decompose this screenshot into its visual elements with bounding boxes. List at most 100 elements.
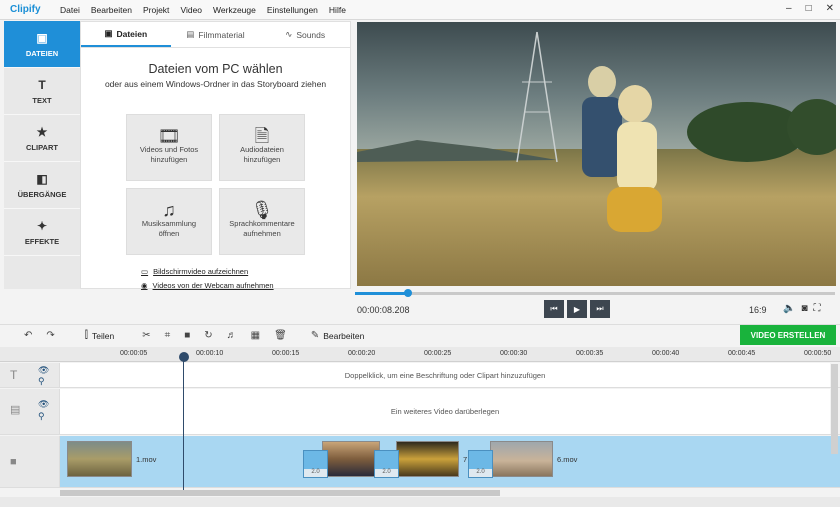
ruler-tick: 00:00:10 (196, 350, 224, 357)
timeline-vertical-scrollbar[interactable] (831, 364, 838, 454)
title-bar: Clipify Datei Bearbeiten Projekt Video W… (0, 0, 840, 20)
record-voiceover-button[interactable]: 🎙 Sprachkommentare aufnehmen (219, 188, 305, 255)
video-clip-thumbnail[interactable] (67, 441, 132, 477)
film-icon: ▤ (186, 29, 195, 39)
previous-button[interactable]: ⏮ (544, 300, 564, 318)
transition-thumbnail[interactable]: 2.0 (303, 450, 328, 478)
crop-icon[interactable]: ⌗ (165, 330, 171, 341)
app-logo: Clipify (10, 4, 41, 15)
transition-thumbnail[interactable]: 2.0 (468, 450, 493, 478)
undo-icon[interactable]: ↶ (24, 330, 32, 341)
panel-heading: Dateien vom PC wählen (148, 62, 283, 76)
timeline-horizontal-scrollbar[interactable] (60, 490, 500, 496)
menu-item-datei[interactable]: Datei (60, 5, 80, 15)
split-icon[interactable]: ⫿ (85, 330, 88, 341)
aspect-ratio-selector[interactable]: 16:9 (749, 305, 767, 315)
clip-name: 7 (463, 455, 468, 464)
sidebar-item-label: CLIPART (26, 142, 58, 152)
ruler-tick: 00:00:20 (348, 350, 376, 357)
status-bar (0, 497, 840, 507)
link-icon[interactable]: ⚲ (38, 411, 45, 422)
tab-filmmaterial[interactable]: ▤ Filmmaterial (171, 22, 261, 47)
text-track-area[interactable]: Doppelklick, um eine Beschriftung oder C… (60, 363, 830, 387)
menu-item-video[interactable]: Video (180, 5, 202, 15)
overlay-track-area[interactable]: Ein weiteres Video darüberlegen (60, 389, 830, 434)
sidebar-item-label: DATEIEN (25, 48, 59, 58)
minimize-button[interactable]: – (786, 3, 792, 14)
sidebar-item-label: TEXT (32, 95, 52, 105)
timeline-ruler[interactable]: 00:00:05 00:00:10 00:00:15 00:00:20 00:0… (0, 347, 840, 362)
playhead-handle[interactable] (179, 352, 189, 362)
playback-progress-bar[interactable] (355, 289, 835, 297)
link-label: Videos von der Webcam aufnehmen (152, 281, 274, 290)
ruler-tick: 00:00:40 (652, 350, 680, 357)
edit-icon[interactable]: ✎ (311, 330, 319, 341)
add-media-icon[interactable]: ▦ (251, 330, 260, 341)
ruler-tick: 00:00:35 (576, 350, 604, 357)
eye-icon[interactable]: 👁 (38, 399, 49, 410)
video-clip-thumbnail[interactable] (396, 441, 459, 477)
microphone-icon: 🎙 (250, 199, 274, 220)
sidebar: ▣ DATEIEN T TEXT ★ CLIPART ◧ ÜBERGÄNGE ✦… (4, 21, 80, 289)
webcam-record-link[interactable]: ◉ Videos von der Webcam aufnehmen (141, 281, 274, 290)
open-music-collection-button[interactable]: ♫ Musiksammlung öffnen (126, 188, 212, 255)
menu-item-hilfe[interactable]: Hilfe (329, 5, 346, 15)
text-track: T 👁 ⚲ Doppelklick, um eine Beschriftung … (0, 363, 840, 388)
video-clip-thumbnail[interactable] (322, 441, 380, 477)
maximize-button[interactable]: □ (806, 3, 812, 14)
tab-dateien[interactable]: ▣ Dateien (81, 22, 171, 47)
link-label: Bildschirmvideo aufzeichnen (153, 267, 249, 276)
tab-sounds[interactable]: ∿ Sounds (260, 22, 350, 47)
button-label-line2: aufnehmen (243, 228, 281, 238)
split-button[interactable]: Teilen (92, 331, 114, 341)
clip-name: 6.mov (557, 455, 578, 464)
film-icon: ▤ (10, 404, 21, 416)
delete-icon[interactable]: 🗑 (274, 330, 287, 341)
rotate-icon[interactable]: ↻ (204, 330, 212, 341)
button-label-line2: öffnen (158, 228, 180, 238)
playhead-line[interactable] (183, 353, 184, 493)
play-icon: ▶ (573, 304, 581, 314)
camera-icon[interactable]: ◙ (801, 303, 807, 314)
panel-subheading: oder aus einem Windows-Ordner in das Sto… (104, 79, 327, 89)
track-header: T 👁 ⚲ (0, 363, 60, 387)
menu-item-einstellungen[interactable]: Einstellungen (267, 5, 318, 15)
redo-icon[interactable]: ↷ (46, 330, 54, 341)
button-label-line1: Musiksammlung (141, 218, 197, 228)
track-header: ■ (0, 436, 60, 487)
scrubber-handle[interactable] (403, 289, 412, 297)
text-icon: T (10, 368, 18, 382)
add-videos-photos-button[interactable]: 🎞 Videos und Fotos hinzufügen (126, 114, 212, 181)
eye-icon[interactable]: 👁 (38, 365, 49, 376)
link-icon[interactable]: ⚲ (38, 376, 45, 387)
sidebar-item-effekte[interactable]: ✦ EFFEKTE (4, 209, 80, 256)
create-video-button[interactable]: VIDEO ERSTELLEN (740, 325, 836, 345)
menu-item-bearbeiten[interactable]: Bearbeiten (91, 5, 132, 15)
transition-duration: 2.0 (469, 469, 492, 477)
webcam-icon: ◉ (141, 281, 148, 290)
sidebar-item-label: EFFEKTE (24, 236, 60, 246)
fullscreen-icon[interactable]: ⛶ (814, 303, 821, 314)
menu-item-projekt[interactable]: Projekt (143, 5, 169, 15)
video-preview[interactable] (357, 22, 836, 286)
sidebar-item-uebergaenge[interactable]: ◧ ÜBERGÄNGE (4, 162, 80, 209)
cut-icon[interactable]: ✂ (142, 330, 150, 341)
menu-item-werkzeuge[interactable]: Werkzeuge (213, 5, 256, 15)
frame-icon[interactable]: ■ (184, 330, 190, 341)
edit-button[interactable]: Bearbeiten (323, 331, 364, 341)
next-button[interactable]: ⏭ (590, 300, 610, 318)
close-button[interactable]: ✕ (826, 3, 834, 14)
sidebar-item-dateien[interactable]: ▣ DATEIEN (4, 21, 80, 68)
star-icon: ★ (36, 124, 48, 139)
play-button[interactable]: ▶ (567, 300, 587, 318)
screen-record-link[interactable]: ▭ Bildschirmvideo aufzeichnen (141, 267, 248, 276)
sidebar-item-clipart[interactable]: ★ CLIPART (4, 115, 80, 162)
audio-detach-icon[interactable]: ♬ (227, 330, 237, 341)
transition-thumbnail[interactable]: 2.0 (374, 450, 399, 478)
video-clip-thumbnail[interactable] (490, 441, 553, 477)
text-track-hint: Doppelklick, um eine Beschriftung oder C… (344, 371, 546, 380)
sidebar-item-text[interactable]: T TEXT (4, 68, 80, 115)
volume-icon[interactable]: 🔈 (783, 303, 795, 314)
add-audio-button[interactable]: 🗎 Audiodateien hinzufügen (219, 114, 305, 181)
ruler-tick: 00:00:05 (120, 350, 148, 357)
